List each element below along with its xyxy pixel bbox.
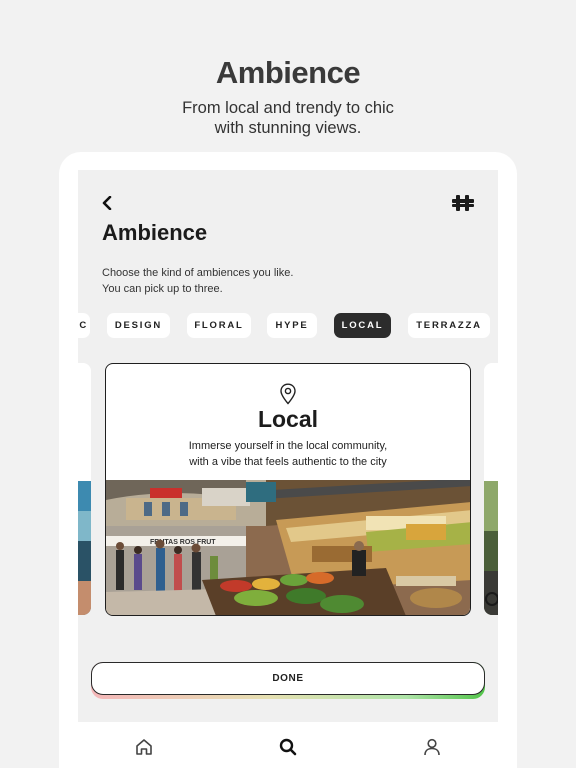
chip-label: TERRAZZA — [416, 320, 482, 331]
card-description: Immerse yourself in the local community,… — [106, 438, 470, 470]
next-card-photo — [484, 481, 498, 615]
bottom-nav — [78, 722, 498, 768]
hero-title: Ambience — [215, 55, 361, 90]
screen-title: Ambience — [102, 220, 208, 245]
previous-card-photo — [78, 481, 91, 615]
search-icon[interactable] — [278, 737, 298, 757]
ambience-card-local[interactable]: Local Immerse yourself in the local comm… — [105, 363, 471, 616]
card-title: Local — [257, 406, 319, 432]
chip-local[interactable]: LOCAL — [334, 313, 391, 338]
puzzle-logo-icon — [452, 195, 474, 211]
hero-subtitle-line: with stunning views. — [214, 119, 362, 137]
home-icon[interactable] — [134, 737, 154, 757]
chip-hype[interactable]: HYPE — [267, 313, 317, 338]
next-card[interactable] — [484, 363, 498, 615]
done-button[interactable]: DONE — [91, 662, 485, 695]
chip-design[interactable]: DESIGN — [107, 313, 170, 338]
chip-label: DESIGN — [114, 320, 163, 331]
instruction-line: You can pick up to three. — [102, 283, 223, 295]
chip-partial[interactable]: C — [78, 313, 90, 338]
chip-terrazza[interactable]: TERRAZZA — [408, 313, 490, 338]
chip-label: HYPE — [275, 320, 309, 331]
hero-subtitle: From local and trendy to chic with stunn… — [0, 98, 576, 138]
back-button[interactable] — [98, 194, 116, 212]
chip-floral[interactable]: FLORAL — [187, 313, 251, 338]
chip-label: LOCAL — [341, 320, 384, 331]
hero-subtitle-line: From local and trendy to chic — [182, 99, 394, 117]
previous-card[interactable] — [78, 363, 91, 615]
profile-icon[interactable] — [422, 737, 442, 757]
chip-label: C — [79, 320, 88, 331]
chevron-left-icon — [102, 196, 112, 210]
instruction-line: Choose the kind of ambiences you like. — [102, 267, 294, 279]
instructions: Choose the kind of ambiences you like. Y… — [102, 265, 402, 297]
market-photo: FRUTAS ROS FRUT — [106, 480, 470, 615]
location-pin-icon — [280, 383, 296, 405]
ambience-chip-row: C DESIGN FLORAL HYPE LOCAL TERRAZZA — [78, 313, 498, 339]
chip-label: FLORAL — [194, 320, 244, 331]
card-description-line: Immerse yourself in the local community, — [188, 440, 388, 452]
done-button-shadow: DONE — [91, 662, 485, 699]
card-description-line: with a vibe that feels authentic to the … — [189, 456, 387, 468]
app-screen: Ambience Choose the kind of ambiences yo… — [78, 170, 498, 768]
